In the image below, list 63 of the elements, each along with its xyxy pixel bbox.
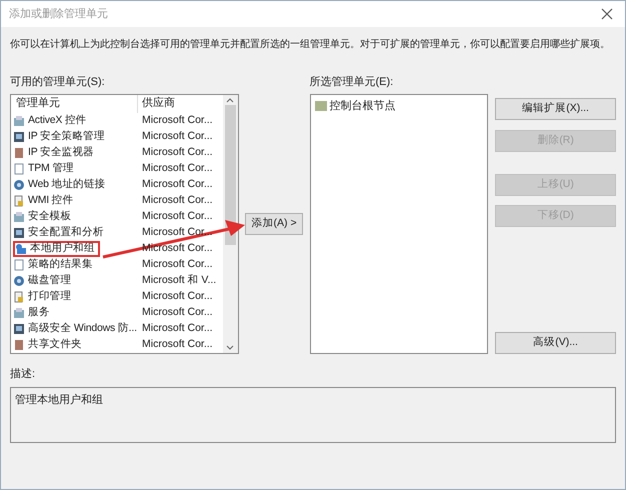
vendor-cell-text: Microsoft Cor... xyxy=(141,336,213,352)
tree-node[interactable]: 控制台根节点 xyxy=(330,98,396,114)
snapin-name[interactable]: IP 安全监视器 xyxy=(28,144,94,160)
snapin-icon xyxy=(13,194,25,206)
add-button[interactable]: 添加(A) > xyxy=(245,213,304,235)
snapin-icon xyxy=(13,338,25,350)
vendor-cell-text: Microsoft Cor... xyxy=(141,128,213,144)
snapin-name[interactable]: 打印管理 xyxy=(28,288,72,304)
snapin-icon xyxy=(13,322,25,334)
snapin-icon xyxy=(13,162,25,174)
vendor-cell-text: Microsoft Cor... xyxy=(141,144,213,160)
snapin-name[interactable]: IP 安全策略管理 xyxy=(28,128,105,144)
snapin-icon xyxy=(13,258,25,270)
vendor-cell-text: Microsoft Cor... xyxy=(141,176,213,192)
snapin-icon xyxy=(13,114,25,126)
snapin-icon xyxy=(13,178,25,190)
vendor-cell-text: Microsoft Cor... xyxy=(141,192,213,208)
snapin-name[interactable]: 共享文件夹 xyxy=(28,336,82,352)
snapin-icon xyxy=(15,242,27,254)
snapin-icon xyxy=(13,306,25,318)
vendor-cell-text: Microsoft Cor... xyxy=(141,224,213,240)
snapin-name[interactable]: 本地用户和组 xyxy=(30,240,95,256)
vendor-cell-text: Microsoft Cor... xyxy=(141,256,213,272)
column-header[interactable]: 管理单元 xyxy=(11,94,138,112)
window-title: 添加或删除管理单元 xyxy=(9,6,108,22)
snapin-icon xyxy=(13,146,25,158)
snapin-name[interactable]: 高级安全 Windows 防... xyxy=(28,320,137,336)
dialog-button[interactable]: 编辑扩展(X)... xyxy=(495,98,616,120)
snapin-name[interactable]: Web 地址的链接 xyxy=(28,176,106,192)
description-text: 管理本地用户和组 xyxy=(15,394,103,406)
column-header[interactable]: 供应商 xyxy=(138,94,223,112)
snapin-name[interactable]: WMI 控件 xyxy=(28,192,74,208)
snapin-icon xyxy=(13,130,25,142)
list-label: 可用的管理单元(S): xyxy=(10,75,106,90)
snapin-icon xyxy=(13,274,25,286)
scroll-up-icon[interactable] xyxy=(226,98,234,102)
scrollbar-thumb[interactable] xyxy=(224,104,236,244)
intro-text: 你可以在计算机上为此控制台选择可用的管理单元并配置所选的一组管理单元。对于可扩展的管理单元，你可以配置要启用哪些扩展项。 xyxy=(10,38,610,52)
snapin-name[interactable]: 策略的结果集 xyxy=(28,256,93,272)
list-label: 所选管理单元(E): xyxy=(310,75,394,90)
description-label: 描述: xyxy=(10,367,36,382)
snapin-name[interactable]: 服务 xyxy=(28,304,50,320)
dialog-button[interactable]: 高级(V)... xyxy=(495,332,616,354)
vendor-cell-text: Microsoft Cor... xyxy=(141,160,213,176)
close-icon[interactable] xyxy=(601,8,613,20)
snapin-name[interactable]: ActiveX 控件 xyxy=(28,112,87,128)
snapin-icon xyxy=(13,290,25,302)
scroll-down-icon[interactable] xyxy=(226,345,234,350)
folder-icon xyxy=(314,100,326,111)
vendor-cell-text: Microsoft Cor... xyxy=(141,320,213,336)
vendor-cell-text: Microsoft Cor... xyxy=(141,288,213,304)
scrollbar[interactable] xyxy=(222,94,238,353)
snapin-name[interactable]: 安全模板 xyxy=(28,208,72,224)
vendor-cell-text: Microsoft Cor... xyxy=(141,208,213,224)
snapin-icon xyxy=(13,226,25,238)
snapin-name[interactable]: TPM 管理 xyxy=(28,160,74,176)
snapin-name[interactable]: 安全配置和分析 xyxy=(28,224,104,240)
vendor-cell-text: Microsoft Cor... xyxy=(141,112,213,128)
snapin-name[interactable]: 磁盘管理 xyxy=(28,272,72,288)
vendor-cell-text: Microsoft Cor... xyxy=(141,304,213,320)
snapin-icon xyxy=(13,210,25,222)
vendor-cell-text: Microsoft Cor... xyxy=(141,240,213,256)
vendor-cell-text: Microsoft 和 V... xyxy=(141,272,216,288)
